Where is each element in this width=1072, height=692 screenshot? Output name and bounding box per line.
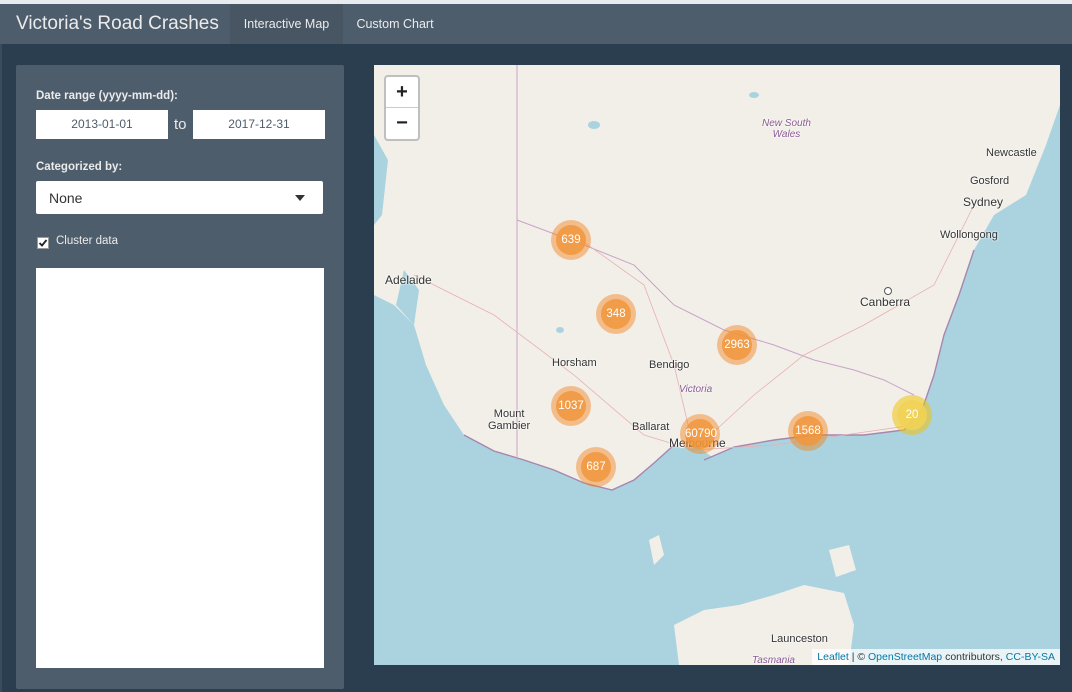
cluster-marker[interactable]: 348 xyxy=(596,294,636,334)
cluster-marker[interactable]: 1037 xyxy=(551,386,591,426)
cluster-count: 348 xyxy=(601,299,631,329)
place-horsham: Horsham xyxy=(552,357,597,369)
date-end-input[interactable]: 2017-12-31 xyxy=(193,110,325,139)
place-tasmania: Tasmania xyxy=(752,655,795,665)
region-label-nsw: New South Wales xyxy=(762,118,811,140)
chevron-down-icon xyxy=(295,195,305,201)
sidebar-panel: Date range (yyyy-mm-dd): 2013-01-01 to 2… xyxy=(16,65,344,689)
tab-interactive-map[interactable]: Interactive Map xyxy=(230,4,343,44)
tab-custom-chart[interactable]: Custom Chart xyxy=(343,4,447,44)
place-wollongong: Wollongong xyxy=(940,229,998,241)
cluster-count: 639 xyxy=(556,225,586,255)
place-gosford: Gosford xyxy=(970,175,1010,187)
lake xyxy=(588,121,600,129)
cluster-marker[interactable]: 639 xyxy=(551,220,591,260)
place-mount-gambier-1: Mount xyxy=(493,408,525,420)
place-launceston: Launceston xyxy=(771,633,828,645)
region-label-victoria: Victoria xyxy=(679,384,713,395)
cluster-count: 2963 xyxy=(722,330,752,360)
place-mount-gambier: Mount Gambier xyxy=(488,408,530,432)
cluster-data-label: Cluster data xyxy=(56,235,119,247)
region-label-nsw-2: Wales xyxy=(772,129,801,140)
leaflet-link[interactable]: Leaflet xyxy=(817,651,849,663)
license-link[interactable]: CC-BY-SA xyxy=(1006,651,1055,663)
date-range-label: Date range (yyyy-mm-dd): xyxy=(36,90,178,102)
categorized-by-select[interactable]: None xyxy=(36,181,323,214)
cluster-count: 20 xyxy=(897,400,927,430)
lake xyxy=(749,92,759,98)
canberra-marker xyxy=(884,287,892,295)
place-ballarat: Ballarat xyxy=(632,421,670,433)
cluster-data-checkbox[interactable] xyxy=(37,237,49,249)
checkmark-icon xyxy=(38,239,48,247)
place-bendigo: Bendigo xyxy=(649,359,690,371)
cluster-marker[interactable]: 2963 xyxy=(717,325,757,365)
attribution-separator: | © xyxy=(848,651,869,663)
lake xyxy=(556,327,564,333)
zoom-out-button[interactable]: − xyxy=(386,108,418,138)
cluster-marker[interactable]: 20 xyxy=(892,395,932,435)
cluster-count: 1568 xyxy=(793,416,823,446)
map-base-layer xyxy=(374,65,1060,665)
window-edge xyxy=(0,44,2,692)
cluster-count: 687 xyxy=(581,452,611,482)
osm-link[interactable]: OpenStreetMap xyxy=(868,651,942,663)
zoom-control: + − xyxy=(384,75,420,141)
categorized-by-label: Categorized by: xyxy=(36,161,123,173)
output-panel xyxy=(36,268,324,668)
flinders-island xyxy=(829,545,856,577)
cluster-marker[interactable]: 1568 xyxy=(788,411,828,451)
map-view[interactable]: + − New South Wales Victoria Newcastle G… xyxy=(374,65,1060,665)
place-mount-gambier-2: Gambier xyxy=(488,420,531,432)
place-sydney: Sydney xyxy=(963,195,1004,209)
region-label-nsw-1: New South xyxy=(762,118,811,129)
map-attribution: Leaflet | © OpenStreetMap contributors, … xyxy=(812,649,1060,665)
categorized-by-value: None xyxy=(49,190,83,206)
cluster-marker[interactable]: 687 xyxy=(576,447,616,487)
attribution-contributors: contributors, xyxy=(942,651,1006,663)
cluster-count: 60790 xyxy=(685,419,717,449)
date-start-input[interactable]: 2013-01-01 xyxy=(36,110,168,139)
place-canberra: Canberra xyxy=(860,295,911,309)
navbar: Victoria's Road Crashes Interactive Map … xyxy=(0,4,1072,44)
cluster-marker[interactable]: 60790 xyxy=(680,414,720,454)
app-title: Victoria's Road Crashes xyxy=(16,13,219,34)
place-newcastle: Newcastle xyxy=(986,147,1037,159)
zoom-in-button[interactable]: + xyxy=(386,77,418,108)
cluster-count: 1037 xyxy=(556,391,586,421)
place-adelaide: Adelaide xyxy=(385,273,432,287)
date-separator: to xyxy=(174,116,187,133)
king-island xyxy=(649,535,664,565)
